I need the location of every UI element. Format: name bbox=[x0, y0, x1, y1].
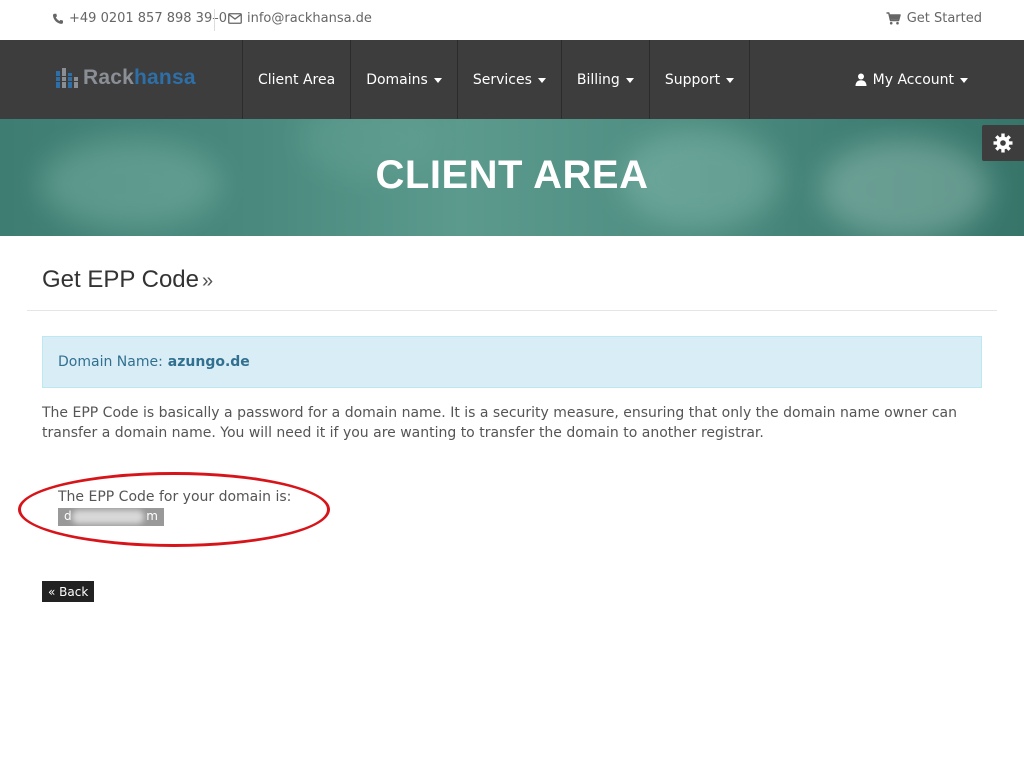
nav-item-label: Services bbox=[472, 71, 532, 88]
phone-contact[interactable]: +49 0201 857 898 39–0 bbox=[52, 11, 227, 26]
nav-item-label: Billing bbox=[576, 71, 620, 88]
nav-menu: Client Area Domains Services Billing Sup… bbox=[242, 40, 751, 119]
page-title: Get EPP Code» bbox=[42, 266, 213, 294]
phone-number: +49 0201 857 898 39–0 bbox=[69, 11, 227, 26]
phone-icon bbox=[52, 13, 63, 24]
envelope-icon bbox=[228, 13, 242, 24]
rackhansa-logo[interactable]: Rackhansa bbox=[56, 66, 196, 90]
page-title-text: Get EPP Code bbox=[42, 266, 199, 293]
my-account-menu[interactable]: My Account bbox=[855, 40, 968, 119]
logo-text-hansa: hansa bbox=[134, 66, 196, 89]
epp-code-start: d bbox=[64, 509, 72, 523]
nav-item-label: Support bbox=[664, 71, 721, 88]
get-started-link[interactable]: Get Started bbox=[886, 11, 982, 26]
shopping-cart-icon bbox=[886, 12, 901, 25]
caret-down-icon bbox=[625, 78, 634, 83]
nav-item-domains[interactable]: Domains bbox=[350, 40, 457, 119]
get-started-label: Get Started bbox=[906, 11, 982, 26]
domain-name-label: Domain Name: bbox=[58, 354, 163, 370]
nav-item-client-area[interactable]: Client Area bbox=[242, 40, 350, 119]
email-contact[interactable]: info@rackhansa.de bbox=[228, 11, 372, 26]
title-divider bbox=[27, 310, 997, 311]
nav-item-label: Domains bbox=[366, 71, 428, 88]
nav-item-billing[interactable]: Billing bbox=[560, 40, 649, 119]
epp-code-block: The EPP Code for your domain is: d m bbox=[58, 489, 291, 530]
nav-item-label: Client Area bbox=[258, 71, 336, 88]
domain-name-value: azungo.de bbox=[167, 354, 250, 370]
epp-code-label: The EPP Code for your domain is: bbox=[58, 489, 292, 505]
epp-code-value[interactable]: d m bbox=[58, 508, 164, 526]
logo-bars-icon bbox=[56, 68, 78, 88]
nav-item-services[interactable]: Services bbox=[456, 40, 561, 119]
gear-icon bbox=[993, 133, 1013, 153]
caret-down-icon bbox=[960, 78, 968, 83]
user-icon bbox=[855, 73, 867, 86]
email-address: info@rackhansa.de bbox=[247, 11, 372, 26]
main-navbar: Rackhansa Client Area Domains Services B… bbox=[0, 40, 1024, 119]
caret-down-icon bbox=[726, 78, 735, 83]
hero-title: CLIENT AREA bbox=[375, 153, 649, 197]
top-bar: +49 0201 857 898 39–0 info@rackhansa.de … bbox=[0, 0, 1024, 40]
caret-down-icon bbox=[433, 78, 442, 83]
caret-down-icon bbox=[537, 78, 546, 83]
logo-text-rack: Rack bbox=[83, 66, 135, 89]
hero-banner: CLIENT AREA bbox=[0, 119, 1024, 236]
nav-item-support[interactable]: Support bbox=[648, 40, 751, 119]
epp-description: The EPP Code is basically a password for… bbox=[42, 405, 958, 441]
page-title-suffix: » bbox=[201, 270, 214, 292]
my-account-label: My Account bbox=[872, 71, 954, 88]
logo-text: Rackhansa bbox=[83, 66, 196, 90]
settings-toggle[interactable] bbox=[982, 125, 1024, 161]
back-button[interactable]: « Back bbox=[42, 581, 95, 602]
epp-code-end: m bbox=[146, 509, 158, 523]
topbar-divider bbox=[214, 9, 215, 31]
domain-info-alert: Domain Name: azungo.de bbox=[42, 336, 982, 388]
redaction-blur bbox=[72, 510, 144, 524]
